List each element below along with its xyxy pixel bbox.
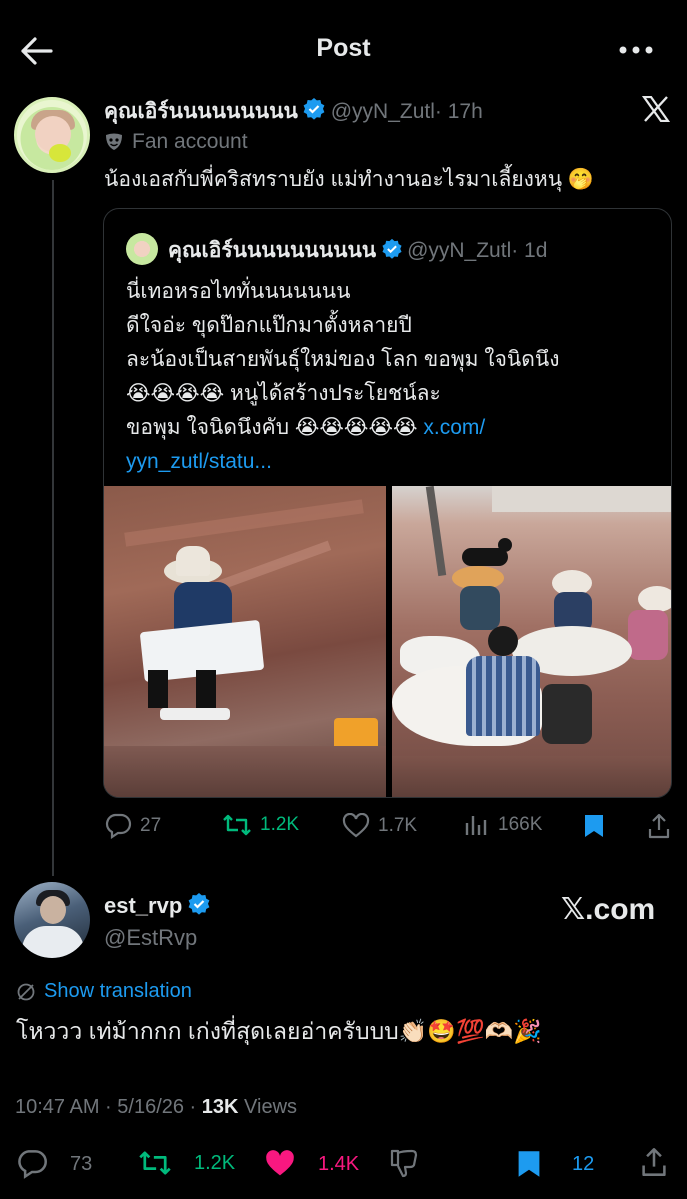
media-image[interactable] <box>392 486 671 797</box>
tweet-author-row: คุณเอิร์นนนนนนนนน @yyN_Zutl· 17h <box>104 95 483 128</box>
avatar[interactable] <box>14 97 90 173</box>
avatar[interactable] <box>14 882 90 958</box>
reply-count: 73 <box>70 1152 93 1175</box>
account-label: Fan account <box>104 130 248 154</box>
verified-badge-icon <box>381 238 403 260</box>
reply-text: โหววว เท่ม้ากกก เก่งที่สุดเลยอ่าครับบบ👏🏻… <box>16 1018 542 1044</box>
bookmark-icon <box>516 1149 550 1179</box>
views-count: 166K <box>498 814 543 835</box>
translate-icon <box>16 982 36 1002</box>
repost-button[interactable]: 1.2K <box>222 813 299 837</box>
quoted-line: ขอพุม ใจนิดนึงคับ 😭😭😭😭😭 x.com/ <box>126 411 560 445</box>
page-title: Post <box>316 34 371 62</box>
quoted-tweet[interactable]: คุณเอิร์นนนนนนนนนน @yyN_Zutl· 1d นี่เทอห… <box>103 208 672 798</box>
like-button[interactable]: 1.4K <box>264 1149 359 1179</box>
share-icon[interactable] <box>647 813 671 839</box>
like-count: 1.4K <box>318 1152 360 1175</box>
repost-button[interactable]: 1.2K <box>138 1149 235 1177</box>
x-logo-icon <box>642 96 670 122</box>
quoted-line: 😭😭😭😭 หนูได้สร้างประโยชน์ละ <box>126 382 441 405</box>
quoted-line: ดีใจอ่ะ ขุดป๊อกแป๊กมาตั้งหลายปี <box>126 314 412 337</box>
quoted-author-row: คุณเอิร์นนนนนนนนนน @yyN_Zutl· 1d <box>168 234 547 267</box>
bookmark-icon[interactable] <box>583 813 605 839</box>
post-timestamp[interactable]: 10:47 AM · 5/16/26 · <box>15 1096 202 1118</box>
more-options-icon[interactable] <box>618 45 654 55</box>
show-translation-label: Show translation <box>44 980 192 1002</box>
repost-count: 1.2K <box>260 814 300 835</box>
quoted-author-handle: @yyN_Zutl <box>407 239 512 262</box>
views-button[interactable]: 166K <box>464 813 542 837</box>
views-total: 13K <box>201 1096 239 1118</box>
views-label: Views <box>238 1096 298 1118</box>
verified-badge-icon <box>302 97 326 121</box>
reply-author-row: est_rvp <box>104 892 211 919</box>
quoted-line: ละน้องเป็นสายพันธุ์ใหม่ของ โลก ขอพุม ใจน… <box>126 348 560 371</box>
quoted-text: นี่เทอหรอไททั่นนนนนนน ดีใจอ่ะ ขุดป๊อกแป๊… <box>126 275 560 479</box>
post-metadata: 10:47 AM · 5/16/26 · 13K Views <box>15 1096 297 1119</box>
repost-icon <box>222 813 260 837</box>
quoted-link-cont[interactable]: yyn_zutl/statu... <box>126 445 560 479</box>
repost-count: 1.2K <box>194 1151 236 1174</box>
media-image[interactable] <box>104 486 386 797</box>
author-handle[interactable]: @yyN_Zutl <box>331 100 435 123</box>
fan-account-label: Fan account <box>132 130 248 153</box>
share-icon[interactable] <box>640 1147 668 1177</box>
dislike-icon[interactable] <box>388 1147 420 1179</box>
bookmark-count: 12 <box>572 1152 595 1175</box>
author-name[interactable]: คุณเอิร์นนนนนนนนน <box>104 100 298 123</box>
quoted-timestamp: · 1d <box>511 239 548 262</box>
heart-filled-icon <box>264 1149 304 1179</box>
like-button[interactable]: 1.7K <box>342 813 417 839</box>
reply-button[interactable]: 73 <box>16 1149 92 1179</box>
like-count: 1.7K <box>378 815 418 836</box>
reply-icon <box>16 1149 56 1179</box>
tweet-text: น้องเอสกับพี่คริสทราบยัง แม่ทำงานอะไรมาเ… <box>104 168 595 191</box>
reply-button[interactable]: 27 <box>104 813 161 839</box>
quoted-link[interactable]: x.com/ <box>418 416 485 439</box>
heart-icon <box>342 813 378 839</box>
timestamp[interactable]: · 17h <box>435 100 483 123</box>
reply-icon <box>104 813 140 839</box>
views-icon <box>464 813 498 837</box>
x-com-logo: 𝕏.com <box>561 893 656 926</box>
thread-connector <box>52 180 54 876</box>
quoted-line: นี่เทอหรอไททั่นนนนนนน <box>126 280 351 303</box>
quoted-avatar <box>126 233 158 265</box>
quoted-line-text: ขอพุม ใจนิดนึงคับ 😭😭😭😭😭 <box>126 416 418 439</box>
verified-badge-icon <box>187 892 211 916</box>
reply-author-handle[interactable]: @EstRvp <box>104 925 197 951</box>
quoted-author-name: คุณเอิร์นนนนนนนนนน <box>168 239 377 262</box>
fan-account-mask-icon <box>104 132 124 152</box>
repost-icon <box>138 1149 180 1177</box>
reply-author-name[interactable]: est_rvp <box>104 893 182 918</box>
bookmark-button[interactable]: 12 <box>516 1149 594 1179</box>
reply-count: 27 <box>140 815 162 836</box>
show-translation-link[interactable]: Show translation <box>16 980 192 1003</box>
